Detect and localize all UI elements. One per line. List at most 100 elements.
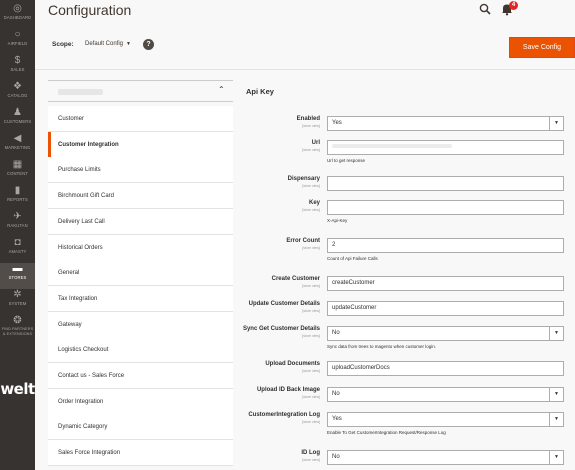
help-icon[interactable]: ? bbox=[143, 39, 154, 50]
caret-down-icon: ▼ bbox=[126, 41, 131, 47]
marketing-icon: ◀ bbox=[13, 133, 22, 144]
scope-value: Default Config bbox=[85, 41, 124, 47]
field-comment: X-Api-Key bbox=[327, 218, 348, 223]
field-label: Upload ID Back Image bbox=[256, 387, 320, 393]
nav-item-label: STORES bbox=[8, 275, 27, 280]
text-input[interactable]: uploadCustomerDocs bbox=[327, 361, 564, 376]
brand-logo[interactable]: welt bbox=[0, 380, 35, 398]
section-item-order-integration[interactable]: Order Integration bbox=[48, 388, 233, 415]
field-scope-hint: [store view] bbox=[302, 368, 320, 373]
text-input[interactable] bbox=[327, 140, 564, 155]
field-label: Enabled bbox=[296, 116, 320, 122]
dashboard-icon: ◎ bbox=[13, 3, 22, 14]
save-config-button[interactable]: Save Config bbox=[509, 37, 575, 58]
section-item-sales-force-integration[interactable]: Sales Force Integration bbox=[48, 440, 233, 467]
reports-icon: ▮ bbox=[14, 185, 21, 196]
nav-item-rakutan[interactable]: ✈ RAKUTAN bbox=[0, 211, 35, 237]
section-item-historical-orders[interactable]: Historical Orders bbox=[48, 234, 233, 261]
section-item-customer[interactable]: Customer bbox=[48, 106, 233, 132]
field-label: Create Customer bbox=[271, 276, 320, 282]
field-label: ID Log bbox=[301, 450, 320, 456]
dropdown-arrow-icon: ▼ bbox=[549, 413, 563, 426]
stores-icon: ▬ bbox=[12, 263, 23, 274]
field-scope-hint: [store view] bbox=[302, 308, 320, 313]
dollar-icon: $ bbox=[14, 55, 21, 66]
nav-item-label: SYSTEM bbox=[8, 301, 27, 306]
select-field[interactable]: No ▼ bbox=[327, 326, 564, 341]
field-comment: Enable To Get CustomerIntegration Reques… bbox=[327, 430, 446, 435]
select-value: No bbox=[332, 330, 340, 336]
admin-sidebar: ◎ DASHBOARD ○ AIRFIELD $ SALES ❖ CATALOG ♟ CUSTOM… bbox=[0, 0, 35, 470]
nav-item-customers[interactable]: ♟ CUSTOMERS bbox=[0, 107, 35, 133]
text-input[interactable]: createCustomer bbox=[327, 276, 564, 291]
panel-title: Api Key bbox=[246, 87, 274, 96]
select-field[interactable]: Yes ▼ bbox=[327, 116, 564, 131]
select-field[interactable]: No ▼ bbox=[327, 387, 564, 402]
nav-item-find-partners-extensions[interactable]: ❂ FIND PARTNERS & EXTENSIONS bbox=[0, 315, 35, 347]
section-item-logistics-checkout[interactable]: Logistics Checkout bbox=[48, 337, 233, 364]
catalog-icon: ❖ bbox=[13, 81, 22, 92]
field-scope-hint: [store view] bbox=[302, 245, 320, 250]
section-item-dynamic-category[interactable]: Dynamic Category bbox=[48, 414, 233, 441]
notification-badge: 4 bbox=[509, 1, 518, 10]
search-icon[interactable] bbox=[479, 3, 491, 15]
section-item-birchmount-gift-card[interactable]: Birchmount Gift Card bbox=[48, 183, 233, 210]
section-item-tax-integration[interactable]: Tax Integration bbox=[48, 285, 233, 312]
chevron-up-icon: ⌃ bbox=[218, 85, 225, 94]
field-label: Url bbox=[311, 140, 320, 146]
nav-item-label: AIRFIELD bbox=[7, 41, 28, 46]
nav-item-marketing[interactable]: ◀ MARKETING bbox=[0, 133, 35, 159]
config-section-list: ⌃ Customer Customer Integration Purchase L… bbox=[48, 80, 233, 470]
scope-bar: Scope: Default Config ▼ ? Save Config bbox=[35, 28, 575, 70]
text-input[interactable]: 2 bbox=[327, 238, 564, 253]
section-group-title-redacted bbox=[58, 89, 103, 95]
field-scope-hint: [store view] bbox=[302, 419, 320, 424]
input-value: uploadCustomerDocs bbox=[332, 365, 390, 371]
field-label: Update Customer Details bbox=[248, 301, 320, 307]
field-label: Sync Get Customer Details bbox=[242, 326, 320, 332]
section-item-contact-us-sales-force[interactable]: Contact us - Sales Force bbox=[48, 363, 233, 389]
nav-item-content[interactable]: ▦ CONTENT bbox=[0, 159, 35, 185]
section-item-customer-integration[interactable]: Customer Integration bbox=[48, 131, 233, 158]
nav-item-label: RAKUTAN bbox=[7, 223, 28, 228]
section-item-gateway[interactable]: Gateway bbox=[48, 311, 233, 338]
section-item-general[interactable]: General bbox=[48, 260, 233, 287]
input-value: createCustomer bbox=[332, 280, 375, 286]
text-input[interactable] bbox=[327, 176, 564, 191]
section-group-header[interactable]: ⌃ bbox=[48, 80, 233, 102]
nav-item-reports[interactable]: ▮ REPORTS bbox=[0, 185, 35, 211]
nav-item-system[interactable]: ✲ SYSTEM bbox=[0, 289, 35, 315]
text-input[interactable]: updateCustomer bbox=[327, 301, 564, 316]
page-title: Configuration bbox=[48, 2, 132, 18]
nav-item-airfield[interactable]: ○ AIRFIELD bbox=[0, 29, 35, 55]
select-value: Yes bbox=[332, 120, 342, 126]
field-comment: Url to get response bbox=[327, 158, 366, 163]
nav-item-label: MARKETING bbox=[4, 145, 31, 150]
field-scope-hint: [store view] bbox=[302, 123, 320, 128]
select-field[interactable]: No ▼ bbox=[327, 450, 564, 465]
nav-item-amasty[interactable]: ◘ AMASTY bbox=[0, 237, 35, 263]
admin-page: ◎ DASHBOARD ○ AIRFIELD $ SALES ❖ CATALOG ♟ CUSTOM… bbox=[0, 0, 575, 470]
section-item-purchase-limits[interactable]: Purchase Limits bbox=[48, 157, 233, 184]
nav-item-stores[interactable]: ▬ STORES bbox=[0, 263, 35, 289]
select-field[interactable]: Yes ▼ bbox=[327, 412, 564, 427]
nav-item-label: REPORTS bbox=[7, 197, 28, 202]
field-scope-hint: [store view] bbox=[302, 333, 320, 338]
field-comment: Sync data from trees to magento when cus… bbox=[327, 344, 437, 349]
nav-item-label: CATALOG bbox=[7, 93, 28, 98]
select-value: No bbox=[332, 454, 340, 460]
nav-item-catalog[interactable]: ❖ CATALOG bbox=[0, 81, 35, 107]
nav-item-dashboard[interactable]: ◎ DASHBOARD bbox=[0, 3, 35, 29]
text-input[interactable] bbox=[327, 200, 564, 215]
field-label: Dispensary bbox=[287, 176, 320, 182]
field-scope-hint: [store view] bbox=[302, 207, 320, 212]
section-item-delivery-last-call[interactable]: Delivery Last Call bbox=[48, 208, 233, 235]
select-value: Yes bbox=[332, 416, 342, 422]
field-label: Upload Documents bbox=[265, 361, 320, 367]
nav-item-sales[interactable]: $ SALES bbox=[0, 55, 35, 81]
rakutan-icon: ✈ bbox=[13, 211, 22, 222]
select-value: No bbox=[332, 391, 340, 397]
dropdown-arrow-icon: ▼ bbox=[549, 327, 563, 340]
field-scope-hint: [store view] bbox=[302, 457, 320, 462]
scope-switcher[interactable]: Default Config ▼ bbox=[85, 41, 131, 47]
